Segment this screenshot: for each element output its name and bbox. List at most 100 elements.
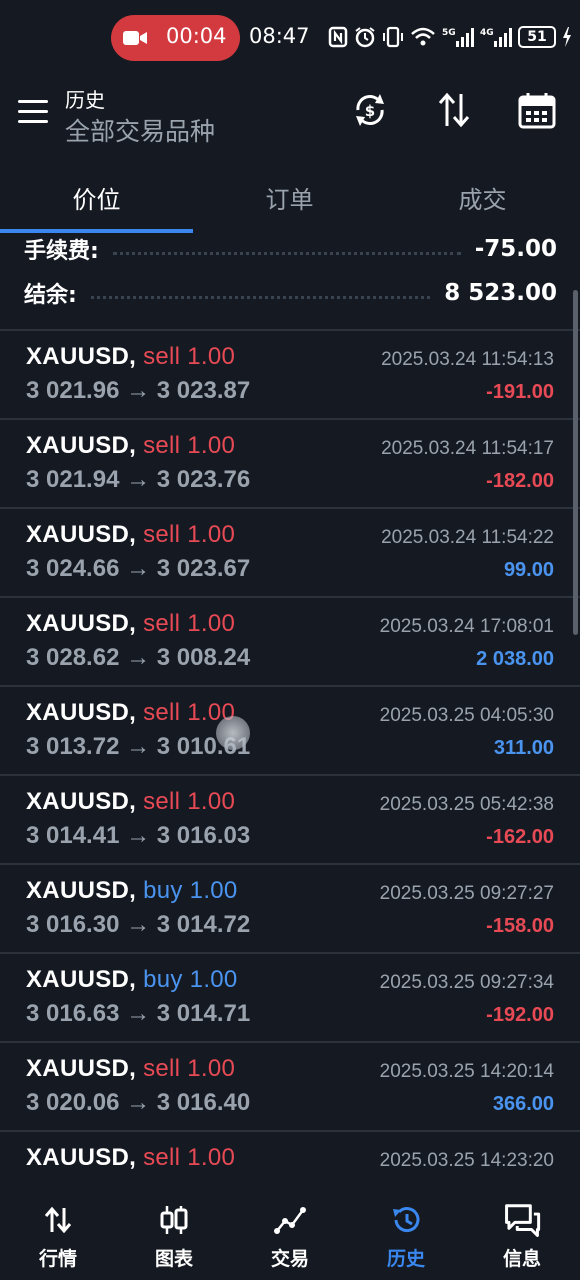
nav-label: 信息: [502, 1248, 541, 1270]
sort-icon[interactable]: [434, 90, 474, 130]
deal-row[interactable]: XAUUSD, sell 1.00 3 020.06 → 3 016.40 2025…: [0, 1041, 580, 1130]
deal-profit: -192.00: [486, 1004, 554, 1026]
tab-orders[interactable]: 订单: [193, 180, 386, 215]
deal-row[interactable]: XAUUSD, sell 1.00 3 014.41 → 3 016.03 2025…: [0, 774, 580, 863]
deal-profit: -162.00: [486, 826, 554, 848]
deal-list: XAUUSD, sell 1.00 3 021.96 → 3 023.87 2025…: [0, 329, 580, 1219]
deal-symbol: XAUUSD,: [26, 966, 137, 993]
deal-side: sell: [143, 610, 181, 637]
deal-symbol: XAUUSD,: [26, 699, 137, 726]
deal-volume: 1.00: [187, 521, 236, 548]
deal-prices: 3 021.96 → 3 023.87: [26, 377, 251, 404]
deal-row[interactable]: XAUUSD, sell 1.00 3 028.62 → 3 008.24 2025…: [0, 596, 580, 685]
nav-label: 历史: [386, 1248, 425, 1270]
deal-row[interactable]: XAUUSD, sell 1.00 3 021.94 → 3 023.76 2025…: [0, 418, 580, 507]
page-title: 历史: [65, 88, 105, 112]
deal-symbol: XAUUSD,: [26, 788, 137, 815]
tab-bar: 价位 订单 成交: [0, 162, 580, 234]
deal-profit: 366.00: [492, 1093, 554, 1115]
nav-trade[interactable]: 交易: [232, 1188, 348, 1280]
deal-symbol: XAUUSD,: [26, 432, 137, 459]
menu-icon[interactable]: [18, 100, 48, 124]
deal-time: 2025.03.25 09:27:34: [379, 972, 554, 993]
deal-side: sell: [143, 1144, 181, 1171]
deal-row[interactable]: XAUUSD, sell 1.00 3 021.96 → 3 023.87 2025…: [0, 329, 580, 418]
charging-icon: [563, 27, 571, 47]
deal-symbol: XAUUSD,: [26, 877, 137, 904]
nav-label: 图表: [154, 1248, 193, 1270]
alarm-icon: [355, 27, 375, 48]
deal-time: 2025.03.25 14:23:20: [379, 1150, 554, 1171]
deal-time: 2025.03.25 09:27:27: [379, 883, 554, 904]
fee-row: 手续费: -75.00: [24, 229, 557, 269]
nav-label: 交易: [270, 1248, 309, 1270]
deal-time: 2025.03.24 11:54:17: [381, 438, 554, 459]
deal-time: 2025.03.24 11:54:22: [381, 527, 554, 548]
deal-profit: -191.00: [486, 381, 554, 403]
history-icon: [393, 1207, 420, 1233]
deal-row[interactable]: XAUUSD, sell 1.00 3 024.66 → 3 023.67 2025…: [0, 507, 580, 596]
signal-5g-icon: 5G: [442, 28, 474, 47]
deal-symbol: XAUUSD,: [26, 343, 137, 370]
deal-side: buy: [143, 877, 183, 904]
nav-history[interactable]: 历史: [348, 1188, 464, 1280]
deal-prices: 3 021.94 → 3 023.76: [26, 466, 251, 493]
deal-row[interactable]: XAUUSD, buy 1.00 3 016.30 → 3 014.72 2025.…: [0, 863, 580, 952]
deal-time: 2025.03.25 04:05:30: [379, 705, 554, 726]
svg-text:$: $: [365, 102, 375, 120]
nav-messages[interactable]: 信息: [464, 1188, 580, 1280]
deal-volume: 1.00: [187, 1144, 236, 1171]
chart-icon: [160, 1206, 188, 1234]
nfc-icon: [328, 26, 348, 48]
deal-row[interactable]: XAUUSD, sell 1.00 3 013.72 → 3 010.61 2025…: [0, 685, 580, 774]
touch-indicator: [216, 716, 250, 750]
deal-prices: 3 024.66 → 3 023.67: [26, 555, 251, 582]
symbol-filter[interactable]: 全部交易品种: [65, 112, 215, 148]
deal-side: sell: [143, 343, 181, 370]
deal-symbol-line: XAUUSD, buy 1.00: [26, 966, 238, 994]
deal-volume: 1.00: [187, 343, 236, 370]
deal-profit: -182.00: [486, 470, 554, 492]
deal-symbol-line: XAUUSD, sell 1.00: [26, 699, 235, 727]
clock: 08:47: [249, 24, 310, 48]
dotted-leader: [90, 287, 431, 299]
deal-time: 2025.03.24 11:54:13: [381, 349, 554, 370]
recording-time: 00:04: [166, 24, 227, 48]
deal-time: 2025.03.24 17:08:01: [379, 616, 554, 637]
signal-4g-icon: 4G: [480, 28, 512, 47]
system-icons: 5G 4G 51: [328, 24, 572, 50]
app-header: 历史 全部交易品种 $: [0, 76, 580, 162]
quotes-icon: [44, 1206, 72, 1234]
scrollbar[interactable]: [573, 290, 578, 635]
nav-quotes[interactable]: 行情: [0, 1188, 116, 1280]
tab-deals[interactable]: 成交: [386, 180, 579, 215]
nav-label: 行情: [38, 1248, 77, 1270]
deal-volume: 1.00: [187, 788, 236, 815]
deal-volume: 1.00: [187, 1055, 236, 1082]
wifi-icon: [411, 27, 435, 46]
deal-side: sell: [143, 521, 181, 548]
bottom-navigation: 行情 图表 交易 历史 信息: [0, 1188, 580, 1280]
deal-profit: -158.00: [486, 915, 554, 937]
deal-prices: 3 020.06 → 3 016.40: [26, 1089, 251, 1116]
deal-symbol: XAUUSD,: [26, 1055, 137, 1082]
deal-symbol-line: XAUUSD, sell 1.00: [26, 521, 235, 549]
deal-time: 2025.03.25 14:20:14: [379, 1061, 554, 1082]
vibrate-icon: [383, 26, 403, 48]
svg-text:4G: 4G: [480, 28, 494, 38]
balance-row: 结余: 8 523.00: [24, 273, 557, 313]
deal-symbol: XAUUSD,: [26, 1144, 137, 1171]
deal-volume: 1.00: [189, 966, 238, 993]
nav-chart[interactable]: 图表: [116, 1188, 232, 1280]
dotted-leader: [112, 243, 461, 255]
deal-symbol-line: XAUUSD, buy 1.00: [26, 877, 238, 905]
deal-symbol-line: XAUUSD, sell 1.00: [26, 343, 235, 371]
calendar-icon[interactable]: [517, 90, 557, 130]
deal-symbol-line: XAUUSD, sell 1.00: [26, 1144, 235, 1172]
currency-refresh-icon[interactable]: $: [350, 90, 390, 130]
deal-symbol-line: XAUUSD, sell 1.00: [26, 432, 235, 460]
deal-row[interactable]: XAUUSD, buy 1.00 3 016.63 → 3 014.71 2025.…: [0, 952, 580, 1041]
status-bar: 00:04 08:47 5G 4G 51: [0, 0, 580, 76]
tab-positions[interactable]: 价位: [0, 180, 193, 215]
deal-time: 2025.03.25 05:42:38: [379, 794, 554, 815]
